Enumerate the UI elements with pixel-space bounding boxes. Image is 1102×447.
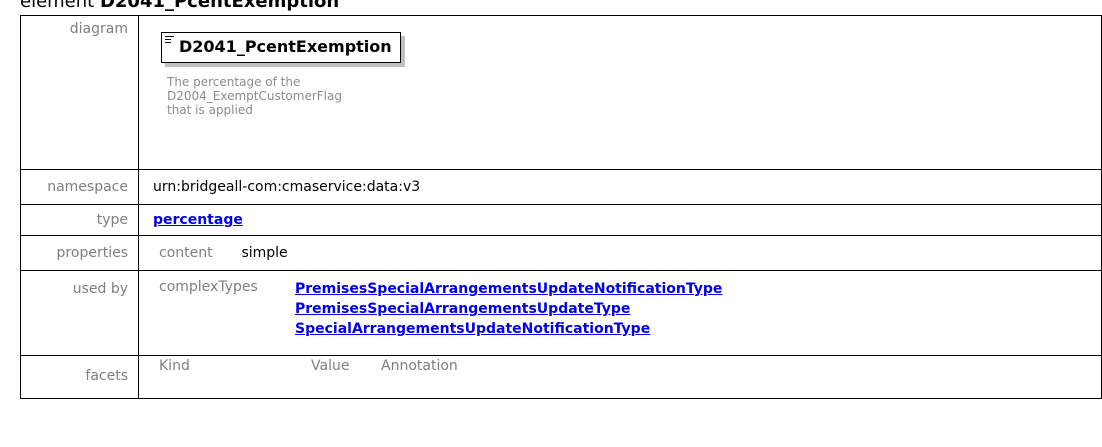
diagram-row: diagram D2041_PcentExemption The percent…: [20, 15, 1102, 170]
property-item: content simple: [153, 245, 1091, 261]
namespace-row: namespace urn:bridgeall-com:cmaservice:d…: [20, 169, 1102, 205]
element-doc-table: diagram D2041_PcentExemption The percent…: [20, 15, 1102, 399]
heading-element-name: D2041_PcentExemption: [99, 0, 340, 12]
page-heading: element D2041_PcentExemption: [20, 0, 339, 12]
heading-prefix: element: [20, 0, 100, 12]
element-list-icon: [165, 36, 174, 44]
used-by-label: used by: [20, 270, 139, 356]
type-label: type: [20, 204, 139, 236]
property-key: content: [159, 245, 213, 261]
used-by-row: used by complexTypes PremisesSpecialArra…: [20, 270, 1102, 356]
facets-col-kind: Kind: [159, 358, 190, 374]
facets-cell: Kind Value Annotation: [138, 355, 1102, 399]
properties-cell: content simple: [138, 235, 1102, 271]
type-link[interactable]: percentage: [153, 212, 243, 228]
diagram-element-box[interactable]: D2041_PcentExemption: [161, 32, 401, 63]
facets-label: facets: [20, 355, 139, 399]
properties-row: properties content simple: [20, 235, 1102, 271]
facets-col-value: Value: [311, 358, 350, 374]
used-by-link[interactable]: SpecialArrangementsUpdateNotificationTyp…: [295, 321, 650, 337]
properties-label: properties: [20, 235, 139, 271]
namespace-value: urn:bridgeall-com:cmaservice:data:v3: [138, 169, 1102, 205]
facets-col-annotation: Annotation: [381, 358, 458, 374]
property-value: simple: [241, 245, 288, 261]
type-cell: percentage: [138, 204, 1102, 236]
used-by-link[interactable]: PremisesSpecialArrangementsUpdateType: [295, 301, 630, 317]
facets-header: Kind Value Annotation: [153, 358, 1091, 374]
diagram-element-name: D2041_PcentExemption: [179, 37, 392, 56]
used-by-link[interactable]: PremisesSpecialArrangementsUpdateNotific…: [295, 281, 722, 297]
type-row: type percentage: [20, 204, 1102, 236]
used-by-group: complexTypes PremisesSpecialArrangements…: [153, 279, 1091, 339]
used-by-list: PremisesSpecialArrangementsUpdateNotific…: [295, 279, 722, 339]
namespace-label: namespace: [20, 169, 139, 205]
diagram-cell: D2041_PcentExemption The percentage of t…: [138, 15, 1102, 170]
used-by-cell: complexTypes PremisesSpecialArrangements…: [138, 270, 1102, 356]
facets-row: facets Kind Value Annotation: [20, 355, 1102, 399]
diagram-label: diagram: [20, 15, 139, 170]
used-by-kind: complexTypes: [159, 279, 258, 295]
diagram-description: The percentage of the D2004_ExemptCustom…: [167, 75, 342, 117]
